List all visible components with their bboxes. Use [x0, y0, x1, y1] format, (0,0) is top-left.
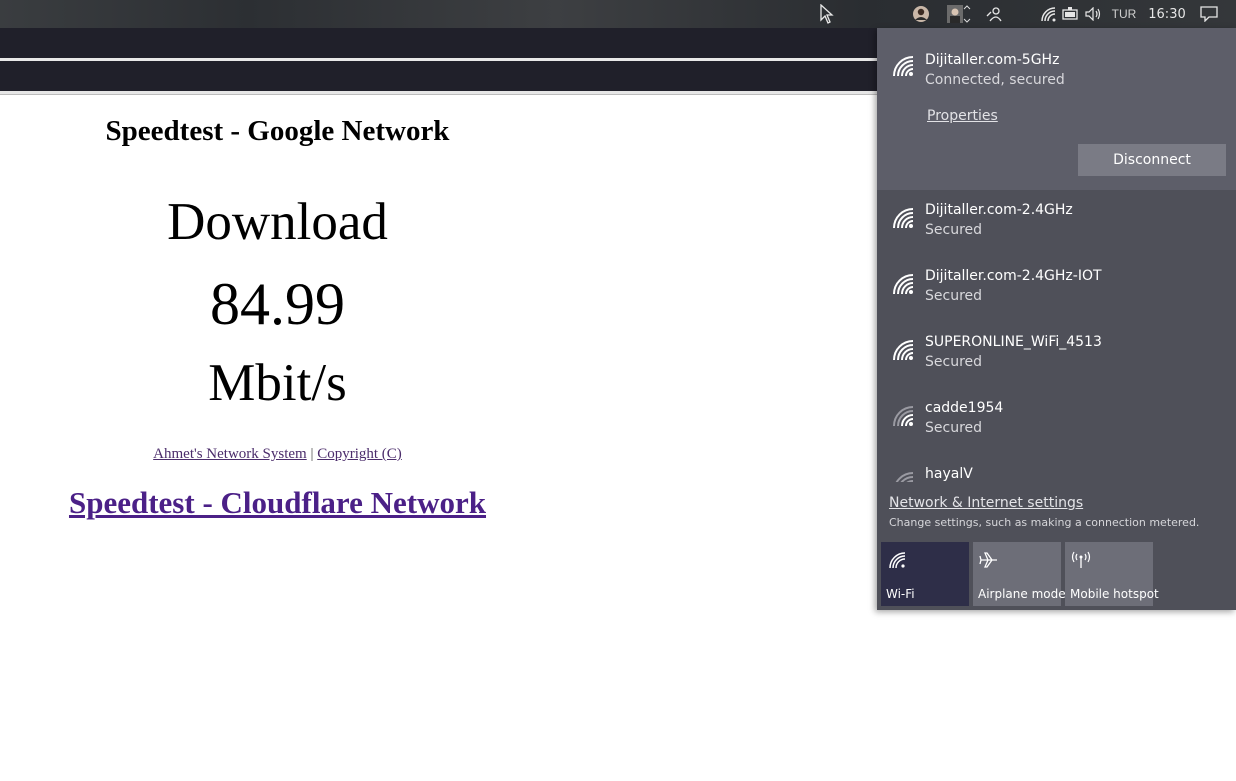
wifi-signal-icon	[893, 208, 914, 229]
network-name: Dijitaller.com-2.4GHz	[925, 202, 1073, 218]
network-name: Dijitaller.com-2.4GHz-IOT	[925, 268, 1102, 284]
network-item[interactable]: cadde1954 Secured	[877, 388, 1236, 454]
wifi-icon[interactable]	[1038, 0, 1058, 28]
network-name: SUPERONLINE_WiFi_4513	[925, 334, 1102, 350]
battery-icon[interactable]	[1060, 0, 1080, 28]
network-status: Secured	[925, 354, 983, 370]
network-status: Secured	[925, 288, 983, 304]
download-unit: Mbit/s	[208, 354, 347, 412]
network-item[interactable]: Dijitaller.com-2.4GHz-IOT Secured	[877, 256, 1236, 322]
connected-network-name: Dijitaller.com-5GHz	[925, 52, 1060, 68]
cloudflare-speedtest: Speedtest - Cloudflare Network	[30, 485, 525, 521]
browser-toolbar	[0, 61, 880, 91]
taskbar: TUR 16:30	[0, 0, 1236, 28]
network-name: hayalV	[925, 466, 973, 482]
action-center-icon[interactable]	[1198, 0, 1220, 28]
people-icon[interactable]	[984, 0, 1004, 28]
network-name: cadde1954	[925, 400, 1004, 416]
network-flyout: Dijitaller.com-5GHz Connected, secured P…	[877, 28, 1236, 610]
network-status: Secured	[925, 222, 983, 238]
wifi-signal-weak-icon	[895, 472, 914, 482]
network-item[interactable]: SUPERONLINE_WiFi_4513 Secured	[877, 322, 1236, 388]
footer-links: Ahmet's Network System | Copyright (C)	[30, 446, 525, 463]
wifi-signal-weak-icon	[893, 406, 914, 427]
footer-separator: |	[310, 446, 314, 462]
wifi-toggle[interactable]: Wi-Fi	[881, 542, 969, 606]
page-title: Speedtest - Google Network	[105, 115, 450, 147]
properties-link[interactable]: Properties	[927, 108, 998, 124]
connected-network-status: Connected, secured	[925, 72, 1065, 88]
disconnect-button[interactable]: Disconnect	[1078, 144, 1226, 176]
airplane-mode-label: Airplane mode	[978, 587, 1066, 601]
wifi-signal-icon	[893, 56, 914, 77]
download-value: 84.99	[210, 271, 345, 337]
airplane-mode-toggle[interactable]: Airplane mode	[973, 542, 1066, 606]
copyright-link[interactable]: Copyright (C)	[317, 446, 402, 462]
browser-content-edge	[0, 91, 880, 95]
network-system-link[interactable]: Ahmet's Network System	[153, 446, 307, 462]
mobile-hotspot-label: Mobile hotspot	[1070, 587, 1159, 601]
hotspot-icon	[1071, 551, 1091, 568]
mouse-cursor-icon	[818, 0, 836, 28]
download-label: Download	[167, 193, 388, 251]
connected-network[interactable]: Dijitaller.com-5GHz Connected, secured P…	[877, 28, 1236, 190]
cloudflare-speedtest-link[interactable]: Speedtest - Cloudflare Network	[69, 485, 486, 520]
mobile-hotspot-toggle[interactable]: Mobile hotspot	[1065, 542, 1159, 606]
wifi-icon	[889, 552, 906, 569]
network-item[interactable]: Dijitaller.com-2.4GHz Secured	[877, 190, 1236, 256]
avatar-icon[interactable]	[910, 0, 932, 28]
volume-icon[interactable]	[1084, 0, 1104, 28]
browser-tab-bar	[0, 28, 880, 58]
network-settings-link[interactable]: Network & Internet settings	[889, 495, 1083, 511]
wifi-toggle-label: Wi-Fi	[886, 587, 915, 601]
network-settings-description: Change settings, such as making a connec…	[889, 516, 1200, 529]
clock[interactable]: 16:30	[1146, 0, 1188, 28]
available-networks: Dijitaller.com-2.4GHz Secured Dijitaller…	[877, 190, 1236, 482]
language-indicator[interactable]: TUR	[1106, 0, 1142, 28]
network-item[interactable]: hayalV	[877, 454, 1236, 482]
airplane-icon	[979, 552, 997, 568]
tray-chevron-icon[interactable]	[962, 0, 972, 28]
wifi-signal-icon	[893, 340, 914, 361]
network-status: Secured	[925, 420, 983, 436]
wifi-signal-icon	[893, 274, 914, 295]
